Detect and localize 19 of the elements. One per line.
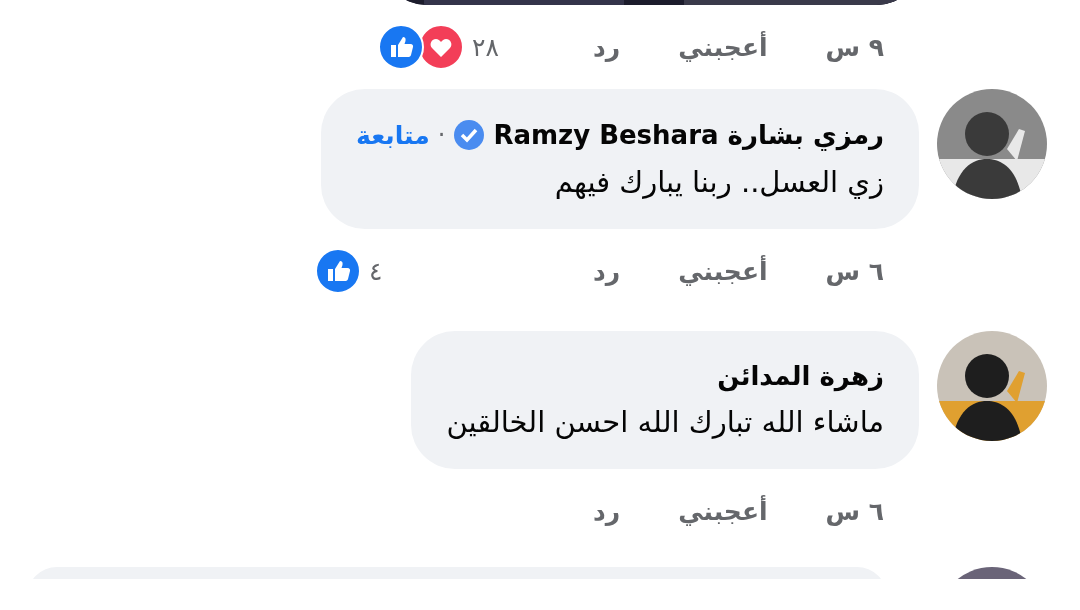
author-name[interactable]: زهرة المدائن xyxy=(717,361,884,391)
like-link[interactable]: أعجبني xyxy=(678,32,768,62)
separator-dot: · xyxy=(437,121,446,149)
like-icon xyxy=(378,24,424,70)
reply-link[interactable]: رد xyxy=(592,496,621,526)
comment-time[interactable]: ٦ س xyxy=(825,256,884,286)
reaction-count[interactable]: ٤ xyxy=(369,256,383,286)
comment-time[interactable]: ٩ س xyxy=(825,32,884,62)
comment-text: زي العسل.. ربنا يبارك فيهم xyxy=(553,165,884,199)
reply-link[interactable]: رد xyxy=(592,256,621,286)
reply-link[interactable]: رد xyxy=(592,32,621,62)
like-icon xyxy=(315,248,361,294)
like-link[interactable]: أعجبني xyxy=(678,256,768,286)
comment-text: ماشاء الله تبارك الله احسن الخالقين xyxy=(446,405,884,439)
comment-time[interactable]: ٦ س xyxy=(825,496,884,526)
like-link[interactable]: أعجبني xyxy=(678,496,768,526)
author-name[interactable]: رمزي بشارة Ramzy Beshara xyxy=(493,120,884,150)
follow-link[interactable]: متابعة xyxy=(356,120,430,150)
reaction-count[interactable]: ٢٨ xyxy=(472,32,499,62)
